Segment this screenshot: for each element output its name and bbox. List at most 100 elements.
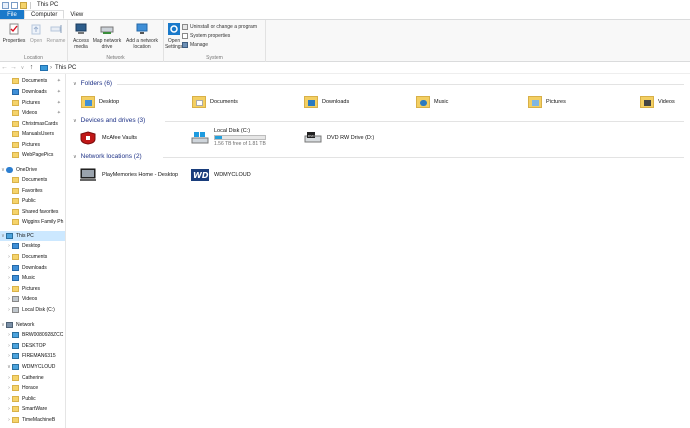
folder-desktop[interactable]: Desktop xyxy=(81,96,119,108)
nav-item-wd-catherine[interactable]: › Catherine xyxy=(0,373,65,383)
open-icon xyxy=(31,24,41,35)
section-title: Network locations (2) xyxy=(80,153,142,160)
add-network-location-label: Add a network location xyxy=(126,38,158,50)
up-arrow-icon[interactable]: ↑ xyxy=(27,64,36,71)
nav-item-pc-music[interactable]: › Music xyxy=(0,273,65,283)
new-folder-quick-icon[interactable] xyxy=(20,1,27,9)
pin-icon: ✦ xyxy=(56,100,61,106)
file-list[interactable]: ∨ Folders (6) Desktop Documents Download… xyxy=(67,74,690,428)
nav-item-wd-smartware[interactable]: › SmartWare xyxy=(0,404,65,414)
map-network-drive-button[interactable]: Map network drive xyxy=(92,23,122,50)
nav-item-videos[interactable]: Videos ✦ xyxy=(0,108,65,118)
rename-button[interactable]: Rename xyxy=(46,23,66,44)
nav-item-pc-documents[interactable]: › Documents xyxy=(0,252,65,262)
nav-item-onedrive-shared-favorites[interactable]: Shared favorites xyxy=(0,207,65,217)
this-pc-icon xyxy=(40,64,48,71)
tab-computer[interactable]: Computer xyxy=(24,10,65,19)
dvd-drive-icon: DVD xyxy=(304,132,322,143)
nav-item-manualsusers[interactable]: ManualsUsers xyxy=(0,129,65,139)
folder-documents[interactable]: Documents xyxy=(192,96,238,108)
shared-folder-icon xyxy=(12,406,19,412)
properties-quick-icon[interactable] xyxy=(11,1,18,9)
section-title: Devices and drives (3) xyxy=(80,117,146,124)
computer-icon xyxy=(12,353,19,359)
nav-label: WDMYCLOUD xyxy=(22,364,56,370)
nav-item-pc-pictures[interactable]: › Pictures xyxy=(0,284,65,294)
system-properties-item[interactable]: System properties xyxy=(182,32,230,40)
device-local-disk[interactable]: Local Disk (C:) 1.56 TB free of 1.81 TB xyxy=(191,128,266,147)
folders-section-header[interactable]: ∨ Folders (6) xyxy=(73,80,112,87)
nav-item-wd-public[interactable]: › Public xyxy=(0,394,65,404)
tab-view[interactable]: View xyxy=(64,10,89,19)
open-button[interactable]: Open xyxy=(27,23,45,44)
uninstall-program-item[interactable]: Uninstall or change a program xyxy=(182,23,257,31)
nav-item-pc-desktop[interactable]: › Desktop xyxy=(0,241,65,251)
nav-item-net-desktop[interactable]: › DESKTOP xyxy=(0,341,65,351)
tab-file[interactable]: File xyxy=(0,10,24,19)
nav-label: Favorites xyxy=(22,188,43,194)
device-label: DVD RW Drive (D:) xyxy=(327,135,375,141)
nav-item-webpagepics[interactable]: WebPagePics xyxy=(0,150,65,160)
collapse-chevron-icon[interactable]: ∨ xyxy=(73,118,77,124)
folder-videos[interactable]: Videos xyxy=(640,96,675,108)
nav-item-pc-downloads[interactable]: › Downloads xyxy=(0,263,65,273)
network-location-label: PlayMemories Home - Desktop xyxy=(102,172,179,178)
network-locations-section-header[interactable]: ∨ Network locations (2) xyxy=(73,153,142,160)
window-title: This PC xyxy=(37,2,59,8)
nav-item-wd-horace[interactable]: › Horace xyxy=(0,383,65,393)
disk-usage-bar xyxy=(214,135,266,140)
nav-item-christmascards[interactable]: ChristmasCards xyxy=(0,119,65,129)
nav-item-pictures-2[interactable]: Pictures xyxy=(0,140,65,150)
folder-music[interactable]: Music xyxy=(416,96,448,108)
device-mcafee-vaults[interactable]: McAfee Vaults xyxy=(79,131,137,145)
open-settings-button[interactable]: Open Settings xyxy=(164,23,184,50)
nav-item-this-pc[interactable]: ∨ This PC xyxy=(0,231,65,241)
folder-pictures[interactable]: Pictures xyxy=(528,96,566,108)
system-properties-label: System properties xyxy=(190,33,231,39)
nav-item-net-fireman[interactable]: › FIREMAN6315 xyxy=(0,351,65,361)
nav-label: BRW0080928ZCC xyxy=(22,332,64,338)
folder-label: Downloads xyxy=(322,99,350,105)
nav-item-onedrive-favorites[interactable]: Favorites xyxy=(0,186,65,196)
folder-label: Pictures xyxy=(546,99,566,105)
add-network-location-button[interactable]: Add a network location xyxy=(123,23,161,50)
nav-item-net-brw[interactable]: › BRW0080928ZCC xyxy=(0,330,65,340)
uninstall-label: Uninstall or change a program xyxy=(190,24,257,30)
folder-downloads[interactable]: Downloads xyxy=(304,96,349,108)
nav-item-onedrive-public[interactable]: Public xyxy=(0,196,65,206)
network-group-label: Network xyxy=(106,55,125,61)
access-media-button[interactable]: Access media xyxy=(70,23,92,50)
network-location-wdmycloud[interactable]: WD WDMYCLOUD xyxy=(191,168,251,182)
navigation-pane[interactable]: Documents ✦ Downloads ✦ Pictures ✦ Video… xyxy=(0,74,66,428)
nav-item-documents[interactable]: Documents ✦ xyxy=(0,76,65,86)
collapse-chevron-icon[interactable]: ∨ xyxy=(73,154,77,160)
nav-item-onedrive-wiggins[interactable]: Wiggins Family Ph xyxy=(0,217,65,227)
nav-item-onedrive-documents[interactable]: Documents xyxy=(0,175,65,185)
nav-item-net-wdmycloud[interactable]: ∨ WDMYCLOUD xyxy=(0,362,65,372)
collapse-chevron-icon[interactable]: ∨ xyxy=(73,81,77,87)
manage-item[interactable]: Manage xyxy=(182,41,208,49)
nav-item-pictures[interactable]: Pictures ✦ xyxy=(0,98,65,108)
address-bar: ← → ∨ ↑ › This PC xyxy=(0,62,690,74)
disk-usage-fill xyxy=(215,136,222,139)
back-arrow-icon[interactable]: ← xyxy=(0,64,9,71)
properties-button[interactable]: Properties xyxy=(2,23,26,44)
network-location-playmemories[interactable]: PlayMemories Home - Desktop xyxy=(79,168,178,182)
nav-item-downloads[interactable]: Downloads ✦ xyxy=(0,87,65,97)
nav-item-wd-timemachine[interactable]: › TimeMachineB xyxy=(0,415,65,425)
devices-section-header[interactable]: ∨ Devices and drives (3) xyxy=(73,117,145,124)
nav-label: SmartWare xyxy=(22,406,48,412)
nav-item-pc-local-disk[interactable]: › Local Disk (C:) xyxy=(0,305,65,315)
recent-chevron-icon[interactable]: ∨ xyxy=(18,65,27,71)
forward-arrow-icon[interactable]: → xyxy=(9,64,18,71)
folder-icon xyxy=(12,219,19,225)
address-path[interactable]: › This PC xyxy=(40,64,76,71)
folder-icon xyxy=(12,188,19,194)
section-divider xyxy=(117,84,684,85)
device-dvd-drive[interactable]: DVD DVD RW Drive (D:) xyxy=(304,131,374,145)
nav-item-onedrive[interactable]: ∨ OneDrive xyxy=(0,165,65,175)
nav-item-network[interactable]: ∨ Network xyxy=(0,320,65,330)
nav-item-pc-videos[interactable]: › Videos xyxy=(0,294,65,304)
properties-label: Properties xyxy=(2,38,26,44)
nav-label: Local Disk (C:) xyxy=(22,307,55,313)
